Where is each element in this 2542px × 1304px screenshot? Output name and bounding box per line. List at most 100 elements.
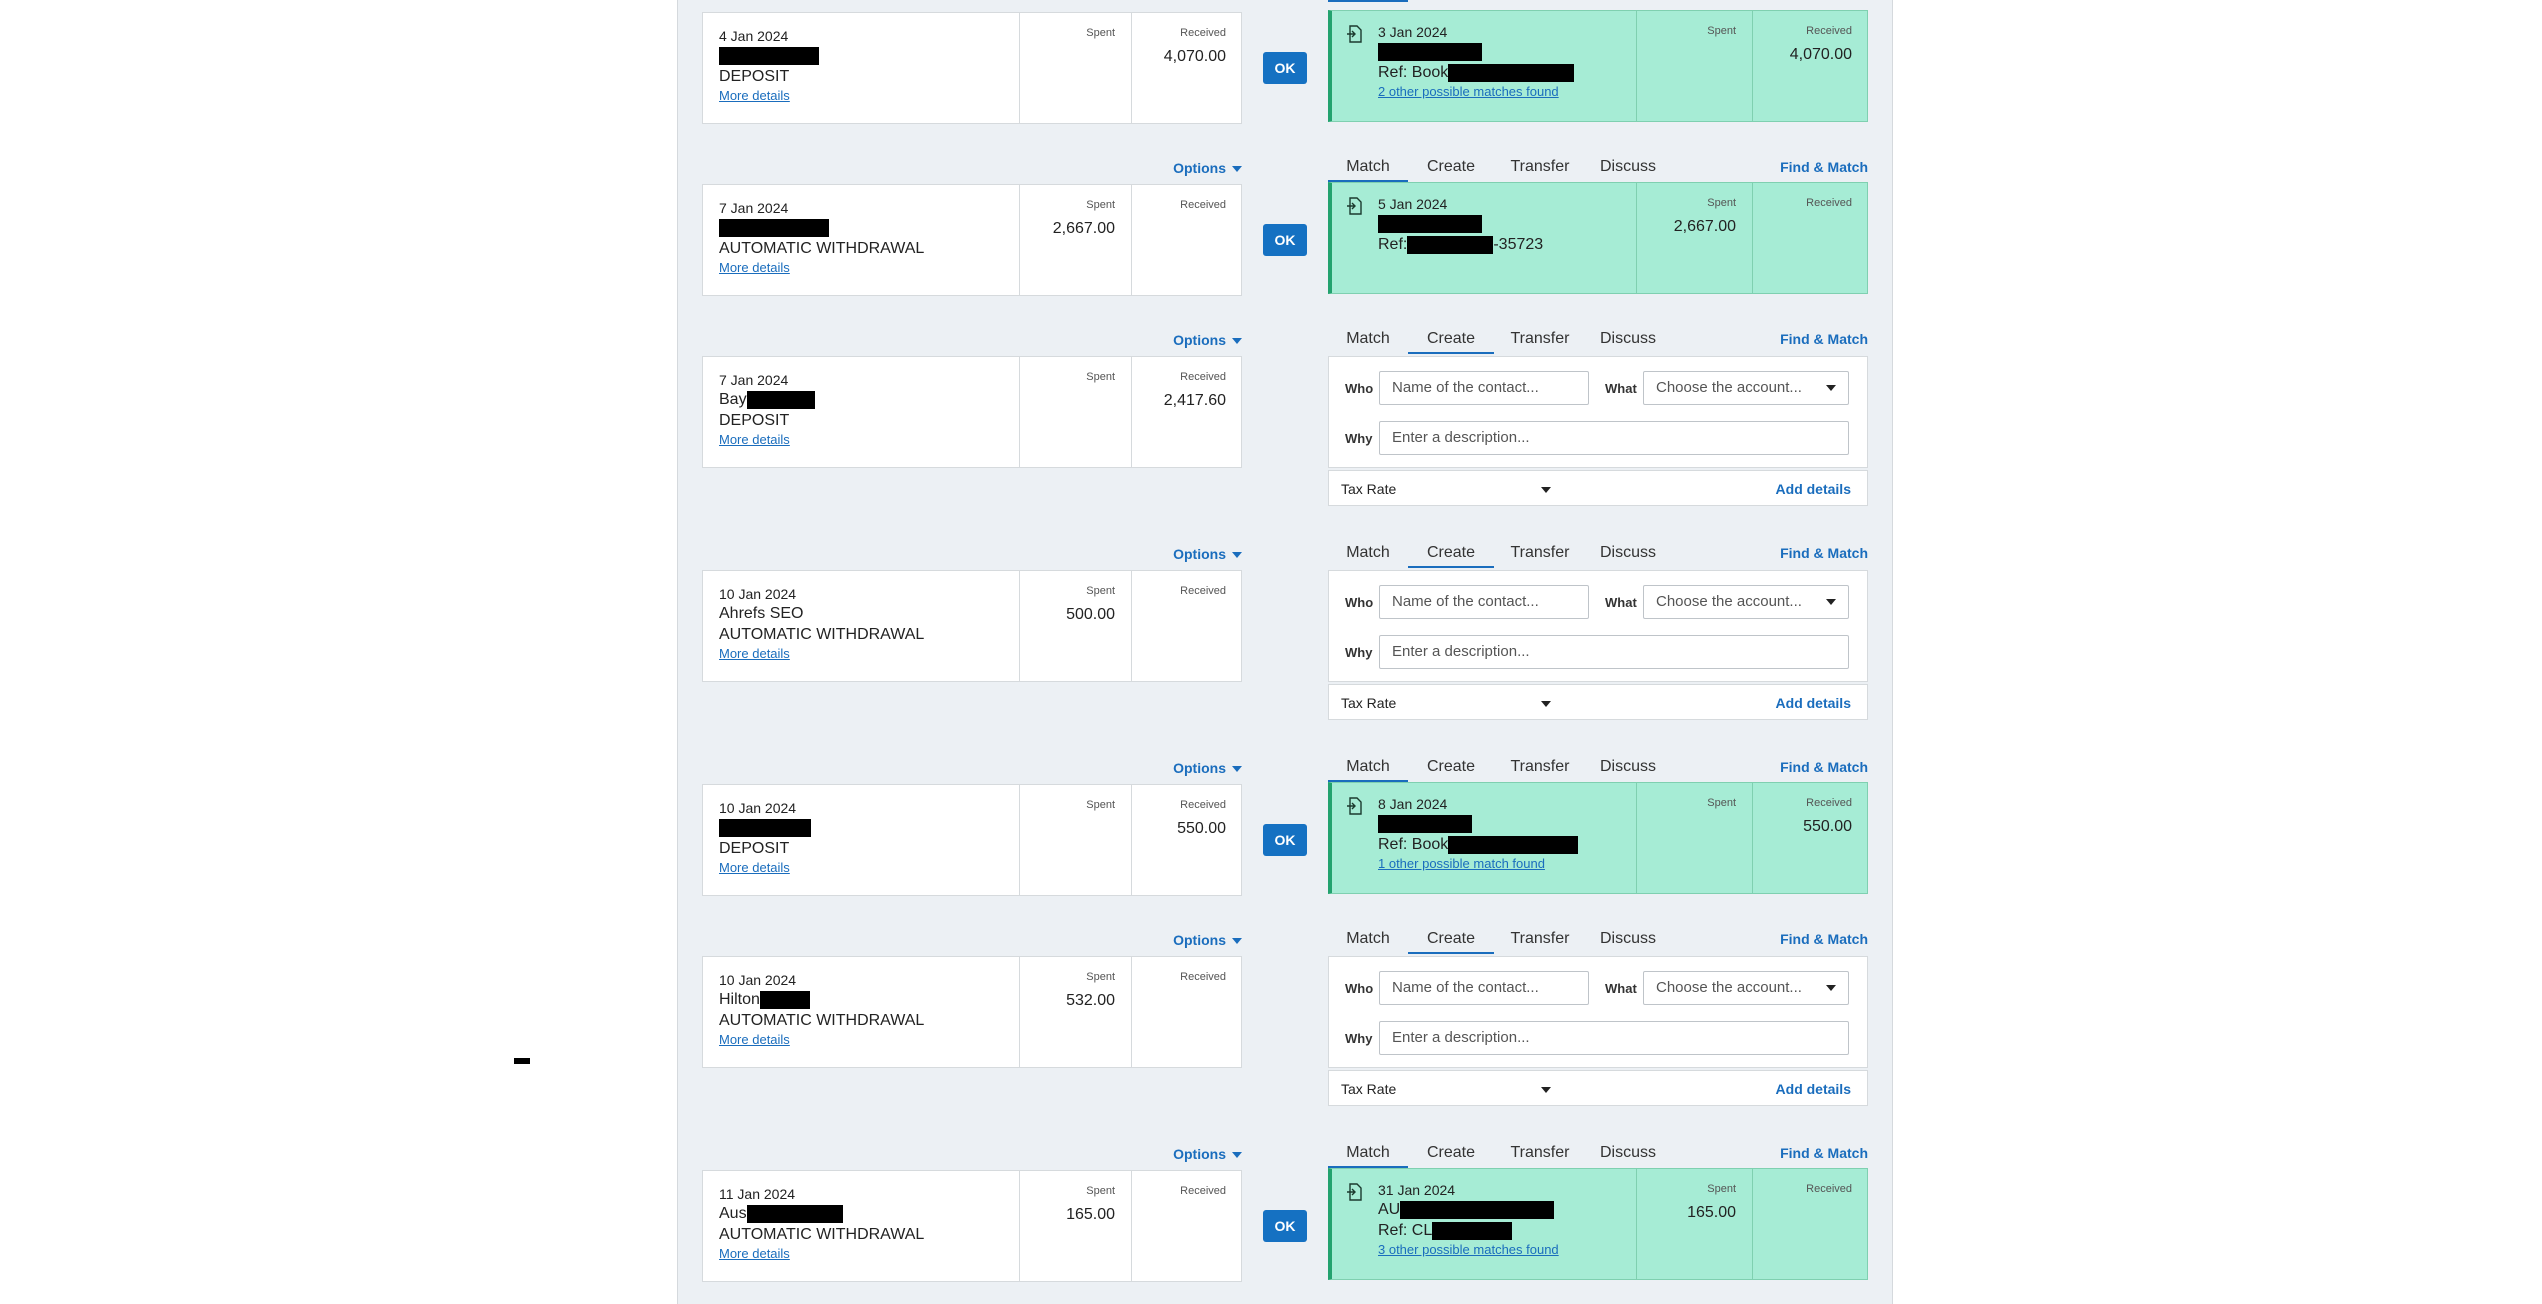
tax-rate-dropdown-icon[interactable] [1541, 487, 1551, 493]
tab-match[interactable]: Match [1328, 924, 1408, 954]
tab-transfer[interactable]: Transfer [1494, 538, 1586, 568]
find-match-link[interactable]: Find & Match [1780, 752, 1868, 782]
options-label: Options [1173, 760, 1226, 776]
statement-spent-amount [1020, 45, 1115, 69]
statement-type: AUTOMATIC WITHDRAWAL [719, 626, 925, 643]
tax-rate-dropdown-icon[interactable] [1541, 1087, 1551, 1093]
tab-match[interactable]: Match [1328, 1138, 1408, 1168]
more-details-link[interactable]: More details [719, 259, 790, 277]
add-details-link[interactable]: Add details [1776, 481, 1851, 497]
tab-create[interactable]: Create [1408, 1138, 1494, 1168]
tab-discuss[interactable]: Discuss [1586, 324, 1670, 354]
tab-discuss[interactable]: Discuss [1586, 538, 1670, 568]
tab-create[interactable]: Create [1408, 324, 1494, 354]
more-details-link[interactable]: More details [719, 645, 790, 663]
other-matches-link[interactable]: 2 other possible matches found [1378, 83, 1559, 101]
tab-match[interactable]: Match [1328, 324, 1408, 354]
tab-discuss[interactable]: Discuss [1586, 1138, 1670, 1168]
who-input[interactable]: Name of the contact... [1379, 371, 1589, 405]
statement-spent-column: Spent [1019, 357, 1131, 467]
ok-button[interactable]: OK [1263, 224, 1307, 256]
tab-create[interactable]: Create [1408, 752, 1494, 782]
what-account-select[interactable]: Choose the account... [1643, 371, 1849, 405]
why-input[interactable]: Enter a description... [1379, 421, 1849, 455]
more-details-link[interactable]: More details [719, 859, 790, 877]
chevron-down-icon [1232, 552, 1242, 559]
match-received-column: Received [1752, 1169, 1868, 1279]
who-input[interactable]: Name of the contact... [1379, 971, 1589, 1005]
tab-create[interactable]: Create [1408, 152, 1494, 182]
find-match-link[interactable]: Find & Match [1780, 1138, 1868, 1168]
statement-line: 7 Jan 2024 Bay DEPOSIT More details Spent Rec… [702, 356, 1242, 468]
statement-received-column: Received [1131, 957, 1242, 1067]
add-details-link[interactable]: Add details [1776, 1081, 1851, 1097]
dropdown-caret-icon [1826, 385, 1836, 391]
find-match-link[interactable]: Find & Match [1780, 152, 1868, 182]
ok-button[interactable]: OK [1263, 824, 1307, 856]
why-input[interactable]: Enter a description... [1379, 1021, 1849, 1055]
options-dropdown[interactable]: Options [1158, 160, 1242, 176]
options-label: Options [1173, 546, 1226, 562]
who-input[interactable]: Name of the contact... [1379, 585, 1589, 619]
what-account-select[interactable]: Choose the account... [1643, 585, 1849, 619]
statement-spent-column: Spent [1019, 13, 1131, 123]
tab-create[interactable]: Create [1408, 924, 1494, 954]
tab-create[interactable]: Create [1408, 538, 1494, 568]
options-dropdown[interactable]: Options [1158, 760, 1242, 776]
more-details-link[interactable]: More details [719, 87, 790, 105]
suggested-match[interactable]: 3 Jan 2024 Ref: Book 2 other possible matc… [1328, 10, 1868, 122]
ok-button[interactable]: OK [1263, 52, 1307, 84]
suggested-match[interactable]: 8 Jan 2024 Ref: Book 1 other possible matc… [1328, 782, 1868, 894]
tab-transfer[interactable]: Transfer [1494, 152, 1586, 182]
tab-match[interactable]: Match [1328, 152, 1408, 182]
match-reference: Ref: Book [1378, 834, 1636, 855]
tab-match[interactable]: Match [1328, 538, 1408, 568]
suggested-match[interactable]: 5 Jan 2024 Ref: -35723 Spent 2,667.00 Receive… [1328, 182, 1868, 294]
match-received-column: Received 550.00 [1752, 783, 1868, 893]
options-dropdown[interactable]: Options [1158, 932, 1242, 948]
tab-discuss[interactable]: Discuss [1586, 152, 1670, 182]
more-details-link[interactable]: More details [719, 1031, 790, 1049]
add-details-link[interactable]: Add details [1776, 695, 1851, 711]
match-payee-text: AU [1378, 1201, 1401, 1218]
statement-payee-redacted [719, 818, 811, 837]
tab-discuss[interactable]: Discuss [1586, 752, 1670, 782]
action-tabs: Match Create Transfer Discuss Find & Match [1328, 538, 1868, 570]
find-match-link[interactable]: Find & Match [1780, 924, 1868, 954]
statement-received-column: Received 4,070.00 [1131, 13, 1242, 123]
statement-date: 7 Jan 2024 [719, 200, 789, 216]
tab-transfer[interactable]: Transfer [1494, 324, 1586, 354]
tab-transfer[interactable]: Transfer [1494, 752, 1586, 782]
statement-payee-text: Ahrefs SEO [719, 605, 804, 622]
tax-rate-dropdown-icon[interactable] [1541, 701, 1551, 707]
suggested-match[interactable]: 31 Jan 2024 AU Ref: CL 3 other possible mat… [1328, 1168, 1868, 1280]
find-match-link[interactable]: Find & Match [1780, 538, 1868, 568]
tab-discuss[interactable]: Discuss [1586, 924, 1670, 954]
what-account-select[interactable]: Choose the account... [1643, 971, 1849, 1005]
more-details-link[interactable]: More details [719, 431, 790, 449]
match-date: 31 Jan 2024 [1378, 1182, 1456, 1198]
statement-date: 11 Jan 2024 [719, 1186, 796, 1202]
other-matches-link[interactable]: 3 other possible matches found [1378, 1241, 1559, 1259]
tab-transfer[interactable]: Transfer [1494, 924, 1586, 954]
other-matches-link[interactable]: 1 other possible match found [1378, 855, 1545, 873]
statement-payee-text: Bay [719, 391, 747, 408]
spent-label: Spent [1707, 197, 1736, 209]
tab-transfer[interactable]: Transfer [1494, 1138, 1586, 1168]
options-label: Options [1173, 160, 1226, 176]
tab-match[interactable]: Match [1328, 752, 1408, 782]
match-reference: Ref: -35723 [1378, 234, 1636, 255]
find-match-link[interactable]: Find & Match [1780, 324, 1868, 354]
options-dropdown[interactable]: Options [1158, 1146, 1242, 1162]
statement-received-amount [1132, 989, 1226, 1013]
why-input[interactable]: Enter a description... [1379, 635, 1849, 669]
options-dropdown[interactable]: Options [1158, 546, 1242, 562]
ok-button[interactable]: OK [1263, 1210, 1307, 1242]
more-details-link[interactable]: More details [719, 1245, 790, 1263]
spent-label: Spent [1707, 1183, 1736, 1195]
options-dropdown[interactable]: Options [1158, 332, 1242, 348]
statement-received-amount [1132, 603, 1226, 627]
statement-date: 10 Jan 2024 [719, 972, 797, 988]
what-label: What [1605, 381, 1637, 396]
match-details: 31 Jan 2024 AU Ref: CL 3 other possible mat… [1332, 1169, 1636, 1279]
